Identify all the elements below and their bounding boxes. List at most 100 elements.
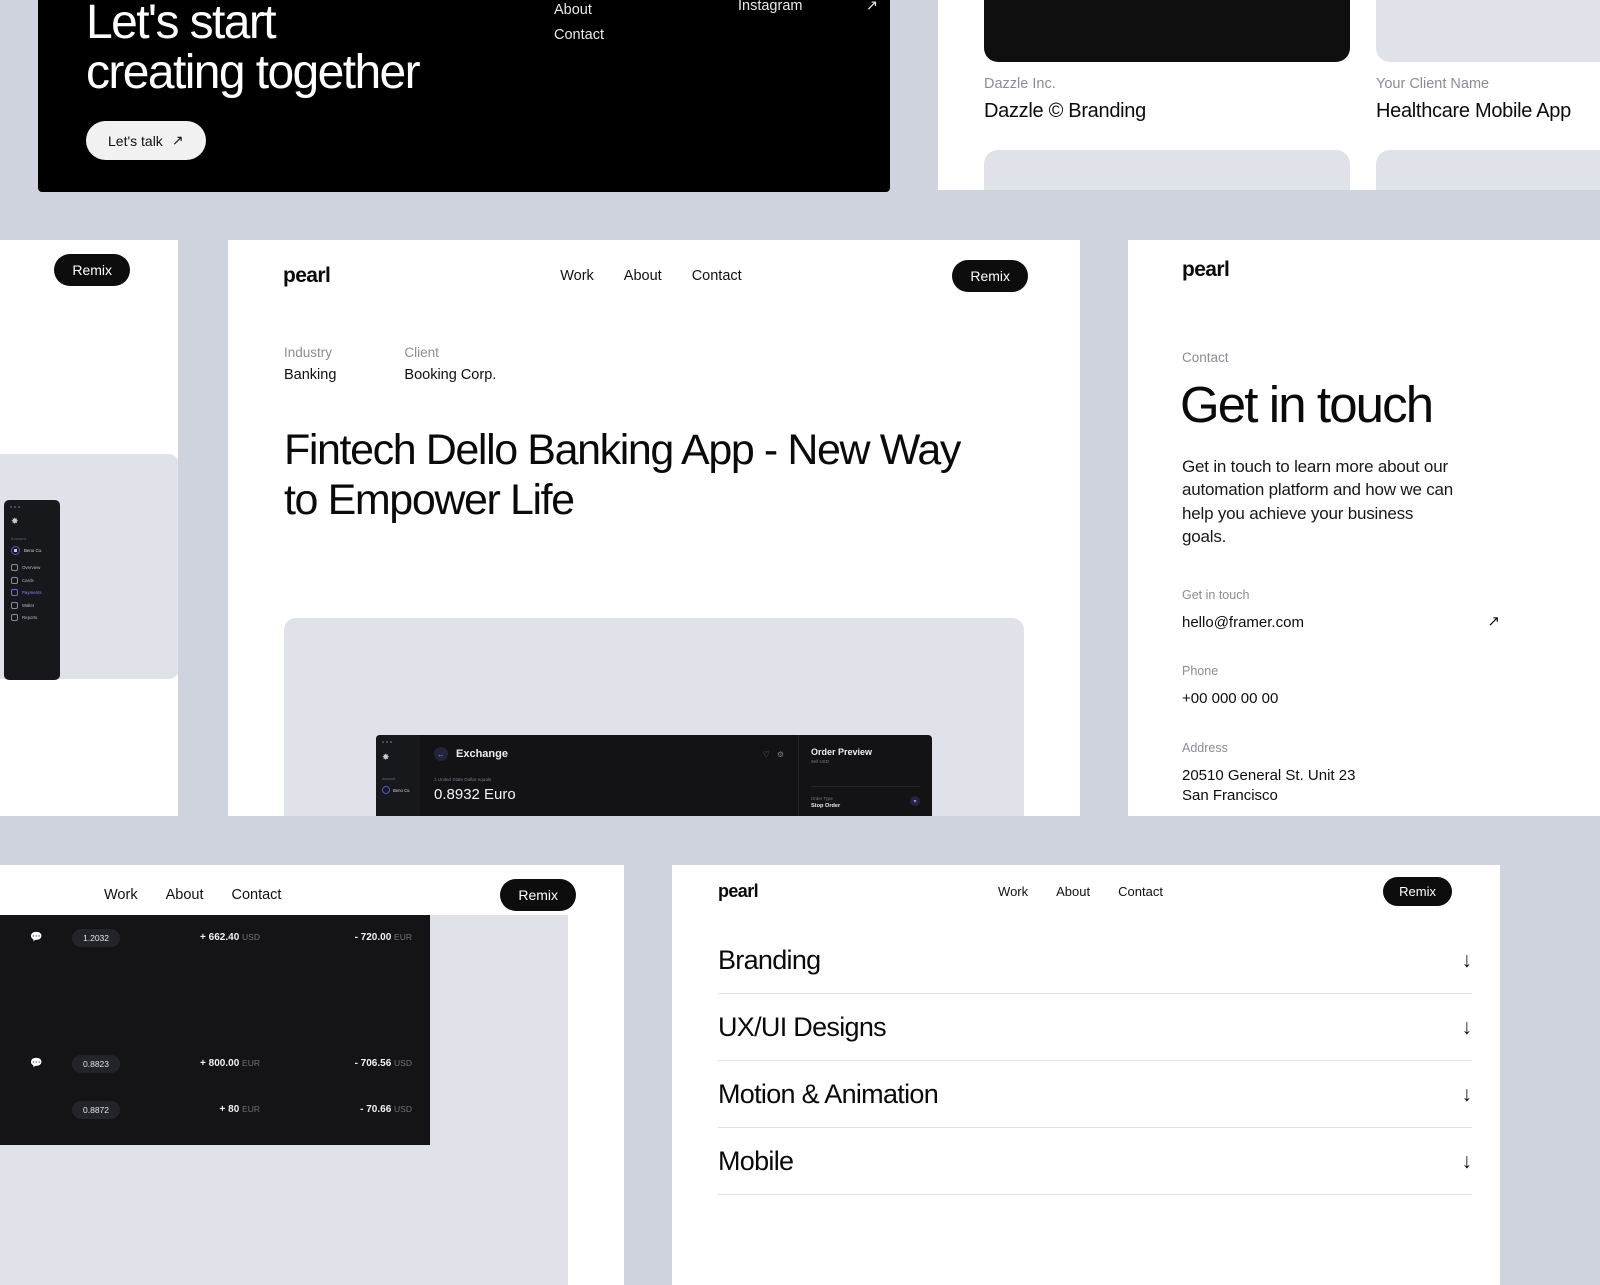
- logo[interactable]: pearl: [283, 264, 331, 288]
- work-card-1[interactable]: ↗ Dazzle Inc. Dazzle © Branding: [984, 0, 1350, 123]
- arrow-left-icon[interactable]: ←: [434, 747, 448, 761]
- app-nav-item-payments[interactable]: Payments: [11, 589, 60, 596]
- lets-talk-button[interactable]: Let's talk ↗: [86, 121, 206, 160]
- transaction-pair: USD to EUR 4:40 PM: [0, 1052, 30, 1074]
- contact-field-address-label: Address: [1182, 741, 1228, 755]
- case-meta-industry: Industry Banking: [284, 345, 336, 383]
- chat-icon[interactable]: 💬: [30, 1058, 72, 1069]
- hero-nav: About Contact: [554, 0, 604, 48]
- transaction-out-amount: - 70.66: [360, 1103, 392, 1115]
- wallet-icon: [11, 601, 18, 609]
- table-row[interactable]: EUR to USD 4:40 PM 💬 1.2032 + 662.40 USD…: [0, 915, 430, 959]
- work-card-1-next-thumb: [984, 150, 1350, 190]
- contact-heading: Get in touch: [1180, 376, 1434, 433]
- services-accordion: Branding ↓ UX/UI Designs ↓ Motion & Anim…: [718, 927, 1472, 1195]
- chat-icon[interactable]: 💬: [30, 932, 72, 943]
- transaction-time: 4:40 PM: [0, 939, 30, 948]
- contact-field-phone-value[interactable]: +00 000 00 00: [1182, 689, 1472, 709]
- transaction-pair: USD to EUR 4:40 PM: [0, 1098, 30, 1120]
- order-type-row[interactable]: Order Type Stop Order ▾: [811, 786, 920, 809]
- nav-item-work[interactable]: Work: [104, 887, 138, 903]
- transaction-out: - 720.00 EUR: [304, 932, 412, 943]
- app-screen-actions: ♡ ⚙: [763, 750, 784, 759]
- transaction-pair-label: USD to EUR: [0, 1052, 30, 1063]
- arrow-down-icon[interactable]: ↓: [1462, 1084, 1473, 1105]
- hero-nav-item-about[interactable]: About: [554, 0, 604, 23]
- hero-social-label: Instagram: [738, 0, 803, 14]
- transaction-in-currency: EUR: [242, 1103, 260, 1114]
- transaction-in-currency: USD: [242, 931, 260, 942]
- app-nav-item-reports[interactable]: Reports: [11, 614, 60, 621]
- screenshot-stage: Let's start creating together About Cont…: [0, 0, 1600, 1285]
- remix-button[interactable]: Remix: [500, 879, 576, 911]
- accordion-item-label: Motion & Animation: [718, 1079, 939, 1109]
- heart-icon[interactable]: ♡: [763, 750, 770, 759]
- main-nav: Work About Contact: [560, 268, 741, 284]
- gear-icon[interactable]: ⚙: [777, 750, 784, 759]
- nav-item-contact[interactable]: Contact: [1118, 884, 1163, 899]
- accordion-item-ux-ui-designs[interactable]: UX/UI Designs ↓: [718, 994, 1472, 1061]
- remix-button[interactable]: Remix: [1383, 877, 1452, 906]
- arrow-down-icon[interactable]: ↓: [1462, 950, 1473, 971]
- nav-item-about[interactable]: About: [1056, 884, 1090, 899]
- work-card-2-thumb: ↗ Today's cases Digital X-Ray 9:30 - 10:…: [1376, 0, 1600, 62]
- contact-field-address: Address 20510 General St. Unit 23 San Fr…: [1182, 741, 1472, 805]
- case-meta-industry-value: Banking: [284, 367, 337, 383]
- logo[interactable]: pearl: [718, 881, 759, 902]
- arrow-down-icon[interactable]: ↓: [1462, 1017, 1473, 1038]
- chevron-down-icon[interactable]: ▾: [910, 796, 920, 806]
- hero-nav-item-contact[interactable]: Contact: [554, 23, 604, 48]
- accordion-item-motion-animation[interactable]: Motion & Animation ↓: [718, 1061, 1472, 1128]
- table-row[interactable]: USD to EUR 4:40 PM 0.8872 + 80 EUR - 70.…: [0, 1087, 430, 1131]
- contact-field-address-value: 20510 General St. Unit 23 San Francisco: [1182, 767, 1356, 804]
- accordion-item-mobile[interactable]: Mobile ↓: [718, 1128, 1472, 1195]
- avatar: [382, 786, 390, 794]
- account-label: Account: [382, 777, 395, 781]
- case-meta-client-label: Client: [404, 345, 439, 360]
- contact-field-email-value[interactable]: hello@framer.com: [1182, 613, 1472, 633]
- logo[interactable]: pearl: [1182, 258, 1230, 282]
- app-nav-item-wallet[interactable]: Wallet: [11, 601, 60, 609]
- remix-button[interactable]: Remix: [952, 260, 1028, 292]
- account-row: Beno Co.: [376, 781, 420, 794]
- hero-social-link[interactable]: Instagram ↗: [738, 0, 878, 14]
- nav-item-contact[interactable]: Contact: [692, 268, 742, 284]
- nav-item-about[interactable]: About: [624, 268, 662, 284]
- accordion-item-label: Mobile: [718, 1146, 794, 1176]
- work-card-2[interactable]: ↗ Today's cases Digital X-Ray 9:30 - 10:…: [1376, 0, 1600, 123]
- transaction-out: - 706.56 USD: [304, 1058, 412, 1069]
- arrow-down-icon[interactable]: ↓: [1462, 1151, 1473, 1172]
- app-nav-item-overview[interactable]: Overview: [11, 564, 60, 571]
- work-card-1-thumb: ↗: [984, 0, 1350, 62]
- about-copy: ntric fintech ver of thoughtful d enjoya…: [0, 288, 154, 371]
- accordion-item-label: UX/UI Designs: [718, 1012, 887, 1042]
- order-preview-title: Order Preview: [811, 747, 873, 757]
- transaction-rate: 0.8872: [72, 1100, 144, 1119]
- case-title-line-1: Fintech Dello Banking App - New Way: [284, 426, 961, 474]
- accordion-item-branding[interactable]: Branding ↓: [718, 927, 1472, 994]
- about-copy-line-1: ntric fintech: [0, 288, 154, 316]
- card-icon: [11, 576, 18, 584]
- nav-item-contact[interactable]: Contact: [231, 887, 281, 903]
- work-card-2-client: Your Client Name: [1376, 76, 1490, 92]
- table-row[interactable]: USD to EUR 4:40 PM 💬 0.8823 + 800.00 EUR…: [0, 1041, 430, 1085]
- case-meta-industry-label: Industry: [284, 345, 333, 360]
- nav-item-work[interactable]: Work: [560, 268, 594, 284]
- about-panel: Remix ntric fintech ver of thoughtful d …: [0, 240, 178, 816]
- transaction-out-amount: - 706.56: [354, 1057, 392, 1069]
- app-nav-label: Reports: [22, 615, 38, 620]
- transaction-in: + 662.40 USD: [144, 932, 304, 943]
- arrow-up-right-icon[interactable]: ↗: [1487, 612, 1500, 630]
- window-dots-icon: [4, 500, 60, 508]
- transactions-table: EUR to USD 4:40 PM 💬 1.2032 + 662.40 USD…: [0, 915, 430, 1145]
- nav-item-about[interactable]: About: [166, 887, 204, 903]
- nav-item-work[interactable]: Work: [998, 884, 1028, 899]
- app-nav-item-cards[interactable]: Cards: [11, 576, 60, 584]
- payments-icon: [11, 589, 18, 596]
- case-meta-client-value: Booking Corp.: [404, 367, 497, 383]
- accordion-item-label: Branding: [718, 945, 821, 975]
- remix-button[interactable]: Remix: [54, 254, 130, 286]
- exchange-panel-header: Work About Contact Remix: [0, 879, 576, 911]
- transaction-rate: 0.8823: [72, 1054, 144, 1073]
- case-study-title: Fintech Dello Banking App - New Way to E…: [284, 425, 1024, 526]
